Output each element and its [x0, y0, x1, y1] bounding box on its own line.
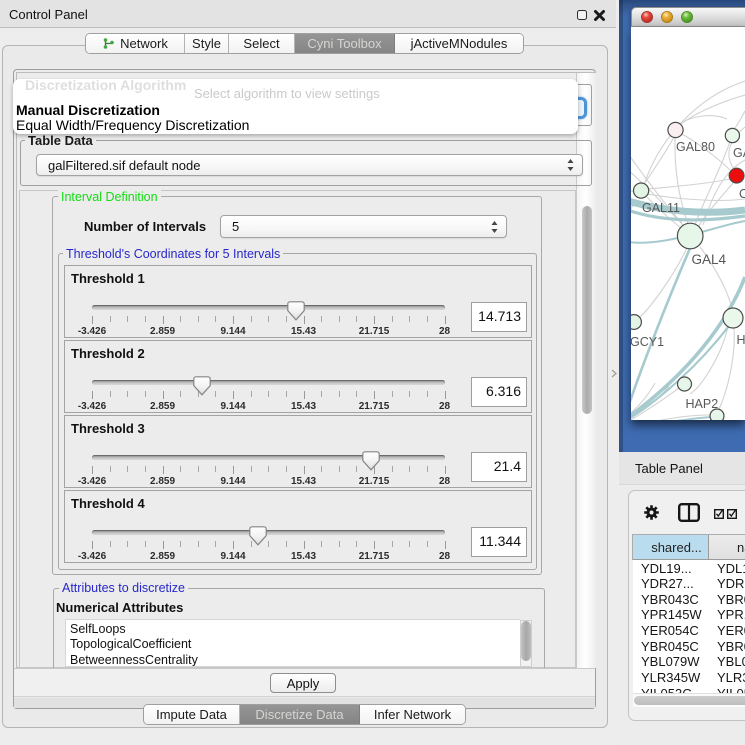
svg-text:GAL4: GAL4: [692, 252, 727, 267]
svg-text:GA: GA: [733, 146, 745, 160]
svg-text:HAP2: HAP2: [686, 397, 719, 411]
svg-text:H: H: [737, 333, 745, 347]
svg-text:GAL80: GAL80: [676, 140, 715, 154]
svg-text:GCY1: GCY1: [631, 335, 664, 349]
svg-text:GAL11: GAL11: [642, 201, 680, 215]
svg-text:C: C: [739, 187, 745, 201]
